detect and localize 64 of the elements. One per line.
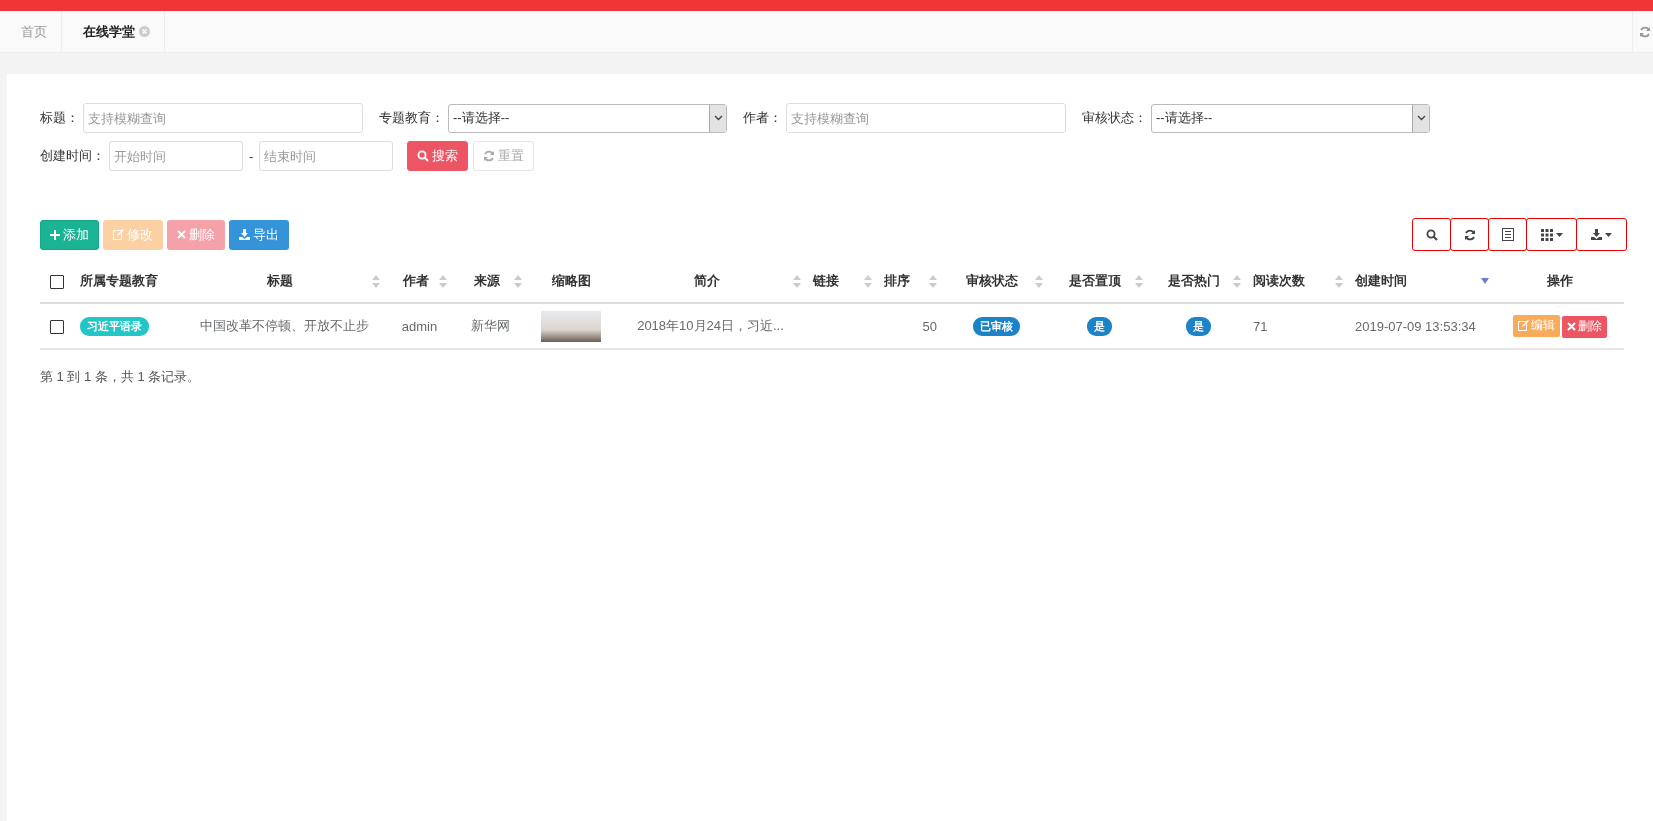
refresh-icon: [483, 150, 496, 162]
refresh-icon: [1463, 228, 1476, 241]
download-icon: [1591, 229, 1602, 240]
column-header[interactable]: 是否热门: [1155, 272, 1233, 290]
column-header[interactable]: 是否置顶: [1055, 272, 1135, 290]
plus-icon: [50, 229, 60, 240]
column-header[interactable]: 操作: [1501, 272, 1618, 290]
column-header[interactable]: 审核状态: [949, 272, 1035, 290]
column-header[interactable]: 所属专题教育: [80, 272, 176, 290]
column-header[interactable]: 阅读次数: [1253, 272, 1335, 290]
list-icon: [1501, 228, 1514, 241]
dropdown[interactable]: --请选择--: [1151, 103, 1430, 133]
pagination-info: 第 1 到 1 条，共 1 条记录。: [40, 368, 202, 386]
edit-icon: [113, 229, 124, 240]
column-header[interactable]: 来源: [459, 272, 514, 290]
search-icon: [417, 150, 430, 162]
field-label: 创建时间：: [40, 147, 105, 165]
table-cell: 新华网: [471, 318, 510, 333]
edit-icon: [1517, 320, 1529, 331]
column-header[interactable]: 缩略图: [534, 272, 608, 290]
status-badge: 是: [1185, 316, 1211, 336]
dropdown[interactable]: --请选择--: [448, 103, 727, 133]
export-button[interactable]: [1576, 218, 1627, 251]
field-label: 标题：: [40, 109, 79, 127]
column-header[interactable]: 简介: [620, 272, 793, 290]
photo-placeholder: [541, 310, 601, 342]
field-label: 专题教育：: [379, 109, 444, 127]
date-input[interactable]: 开始时间: [109, 141, 243, 171]
date-input[interactable]: 结束时间: [259, 141, 394, 171]
column-header[interactable]: 创建时间: [1355, 272, 1481, 290]
close-icon: [177, 230, 186, 239]
refresh-button[interactable]: [1450, 218, 1489, 251]
text-input[interactable]: 支持模糊查询: [83, 103, 363, 133]
refresh-icon: [1639, 25, 1651, 38]
view-toggle-button[interactable]: [1488, 218, 1527, 251]
category-tag: 习近平语录: [80, 316, 149, 336]
grid-icon: [1540, 228, 1553, 241]
columns-button[interactable]: [1526, 218, 1577, 251]
column-header[interactable]: 排序: [884, 272, 929, 290]
search-icon: [1425, 228, 1438, 241]
range-separator: -: [249, 148, 254, 164]
search-button[interactable]: [1412, 218, 1451, 251]
download-icon: [239, 229, 250, 240]
table-cell: 2018年10月24日，习近...: [637, 318, 784, 333]
table-cell: 50: [922, 318, 937, 334]
column-header[interactable]: 作者: [392, 272, 439, 290]
chevron-down-icon: [1416, 115, 1426, 121]
column-header[interactable]: 标题: [188, 272, 372, 290]
select-all-checkbox[interactable]: [50, 274, 64, 289]
row-checkbox[interactable]: [50, 319, 64, 334]
field-label: 审核状态：: [1082, 109, 1147, 127]
column-header[interactable]: 链接: [813, 272, 864, 290]
caret-icon: [1555, 232, 1563, 237]
table-cell: 2019-07-09 13:53:34: [1355, 318, 1476, 334]
chevron-down-icon: [713, 115, 723, 121]
table-cell: 中国改革不停顿、开放不止步: [199, 318, 369, 333]
status-badge: 已审核: [972, 316, 1020, 336]
close-icon: [1566, 322, 1576, 331]
caret-icon: [1605, 232, 1612, 237]
text-input[interactable]: 支持模糊查询: [786, 103, 1066, 133]
status-badge: 是: [1086, 316, 1112, 336]
table-cell: 71: [1253, 318, 1268, 334]
table-cell: admin: [401, 318, 438, 334]
field-label: 作者：: [743, 109, 782, 127]
